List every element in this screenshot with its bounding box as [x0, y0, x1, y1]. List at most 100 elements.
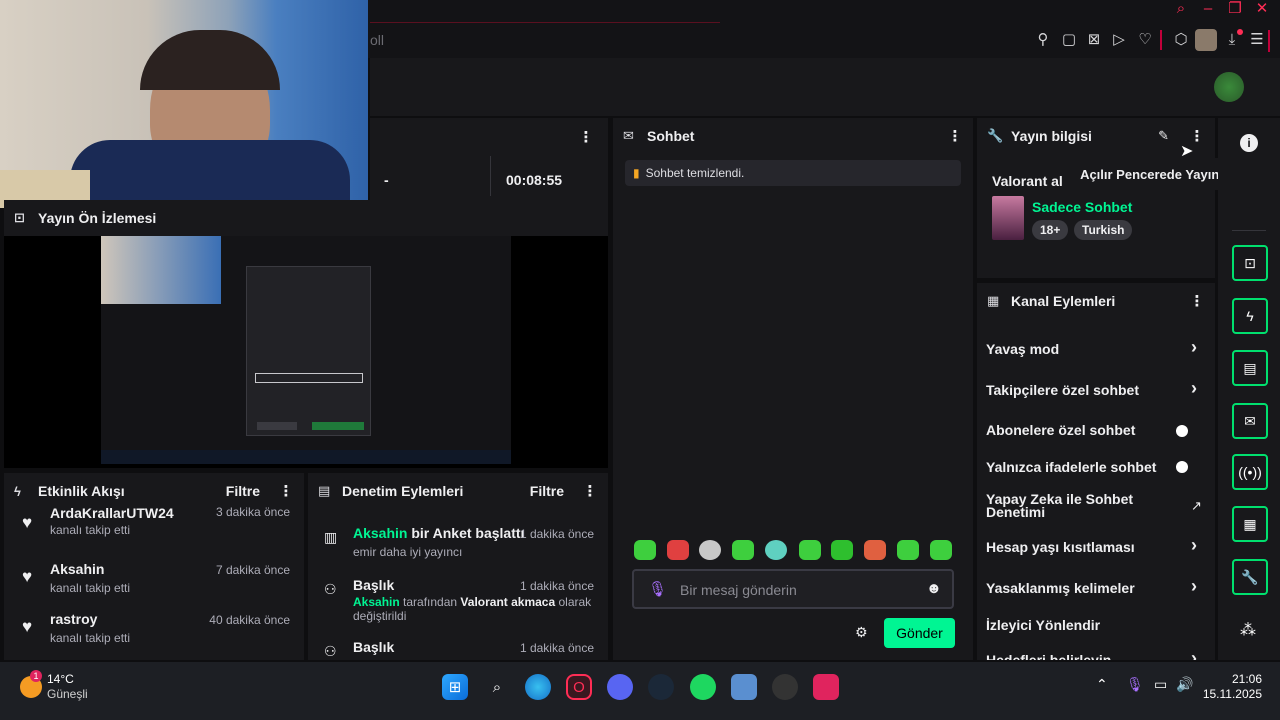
tag-badge[interactable]: Turkish [1074, 220, 1133, 240]
windows-start-icon[interactable]: ⊞ [442, 674, 468, 700]
obs-icon[interactable] [772, 674, 798, 700]
channel-actions-menu-kebab[interactable]: ⋮ [1189, 292, 1205, 310]
maximize-icon[interactable]: ❐ [1226, 0, 1244, 18]
valorant-icon[interactable] [813, 674, 839, 700]
send-button[interactable]: Gönder [884, 618, 955, 648]
activity-filter-button[interactable]: Filtre [226, 483, 260, 499]
chat-input-box[interactable]: 🎙 Bir mesaj gönderin ☻ [632, 569, 954, 609]
emote-icon[interactable] [699, 540, 721, 560]
moderation-item[interactable]: ▥ Aksahin bir Anket başlattı 1 dakika ön… [308, 519, 608, 569]
emote-icon[interactable] [765, 540, 787, 560]
stats-menu-kebab[interactable]: ⋮ [578, 128, 594, 146]
smiley-icon[interactable]: ☻ [926, 580, 942, 597]
close-icon[interactable]: ✕ [1253, 0, 1271, 18]
action-account-age[interactable]: Hesap yaşı kısıtlaması › [977, 535, 1215, 559]
emote-icon[interactable] [864, 540, 886, 560]
add-panel-icon[interactable]: ⁂ [1240, 620, 1256, 640]
user-avatar[interactable] [1214, 72, 1244, 102]
activity-desc: kanalı takip etti [50, 631, 131, 645]
emote-icon[interactable] [799, 540, 821, 560]
preview-icon: ⊡ [1244, 254, 1256, 271]
moderation-toggle-button[interactable]: ▤ [1232, 350, 1268, 386]
network-icon[interactable]: ▭ [1154, 676, 1167, 693]
search-icon[interactable]: ⌕ [1172, 0, 1190, 18]
edit-pencil-icon[interactable]: ✎ [1158, 128, 1169, 144]
action-raid[interactable]: İzleyici Yönlendir [977, 613, 1215, 637]
emote-icon[interactable] [831, 540, 853, 560]
emote-icon[interactable] [930, 540, 952, 560]
emote-icon[interactable] [897, 540, 919, 560]
action-ai-moderation[interactable]: Yapay Zeka ile Sohbet Denetimi ↗ [977, 492, 1215, 524]
preview-webcam [101, 236, 221, 304]
extensions-icon[interactable]: ⬡ [1172, 31, 1190, 49]
block-icon[interactable]: ⊠ [1085, 31, 1103, 49]
mod-detail: emir daha iyi yayıncı [353, 545, 463, 559]
stream-info-toggle-button[interactable]: 🔧 [1232, 559, 1268, 595]
trash-icon: ▮ [633, 166, 640, 180]
activity-item[interactable]: ♥ ArdaKrallarUTW24 kanalı takip etti 3 d… [4, 501, 304, 551]
activity-user: ArdaKrallarUTW24 [50, 505, 174, 521]
volume-icon[interactable]: 🔊 [1176, 676, 1193, 693]
tag-badge[interactable]: 18+ [1032, 220, 1069, 240]
action-followers-only[interactable]: Takipçilere özel sohbet › [977, 378, 1215, 402]
info-icon[interactable]: i [1240, 134, 1258, 152]
activity-time: 3 dakika önce [215, 505, 290, 519]
webcam-overlay [0, 0, 368, 208]
preview-video[interactable] [4, 236, 608, 468]
taskbar: 1 14°C Güneşli 21:06 15.11.2025 [0, 662, 1280, 720]
chat-menu-kebab[interactable]: ⋮ [947, 127, 963, 145]
profile-avatar[interactable] [1195, 29, 1217, 51]
category-name[interactable]: Sadece Sohbet [1032, 199, 1132, 215]
action-slow-mode[interactable]: Yavaş mod › [977, 337, 1215, 361]
moderation-item[interactable]: ⚇ Başlık 1 dakika önce [308, 639, 608, 660]
pin-icon[interactable]: ⚲ [1034, 31, 1052, 49]
moderation-item[interactable]: ⚇ Başlık 1 dakika önce Aksahin tarafında… [308, 575, 608, 635]
moderation-menu-kebab[interactable]: ⋮ [582, 482, 598, 500]
search-icon[interactable]: ⌕ [484, 674, 510, 700]
broadcast-toggle-button[interactable]: ((•)) [1232, 454, 1268, 490]
moderation-filter-button[interactable]: Filtre [530, 483, 564, 499]
browser-tab-text[interactable]: oll [370, 32, 384, 48]
microphone-icon[interactable]: 🎙 [1126, 676, 1144, 693]
emote-icon[interactable] [667, 540, 689, 560]
steam-icon[interactable] [648, 674, 674, 700]
emote-icon[interactable] [634, 540, 656, 560]
snapshot-icon[interactable]: ▢ [1060, 31, 1078, 49]
mod-value: Valorant akmaca [460, 595, 556, 609]
activity-item[interactable]: ♥ rastroy kanalı takip etti 40 dakika ön… [4, 609, 304, 659]
webcam-hair [140, 30, 280, 90]
microphone-icon[interactable]: 🎙 [648, 580, 667, 598]
emote-icon[interactable] [732, 540, 754, 560]
activity-toggle-button[interactable]: ϟ [1232, 298, 1268, 334]
discord-icon[interactable] [607, 674, 633, 700]
document-icon: ▤ [1243, 359, 1257, 376]
chat-cleared-text: Sohbet temizlendi. [645, 166, 745, 180]
wrench-icon: 🔧 [1241, 568, 1259, 585]
chat-input-placeholder[interactable]: Bir mesaj gönderin [680, 582, 797, 598]
heart-icon[interactable]: ♡ [1136, 31, 1154, 49]
play-icon[interactable]: ▷ [1110, 31, 1128, 49]
mod-title: Başlık [353, 639, 395, 655]
chevron-up-icon[interactable]: ⌃ [1096, 676, 1108, 693]
poll-icon: ▥ [324, 529, 338, 545]
stream-title: Valorant al [992, 173, 1063, 189]
action-banned-words[interactable]: Yasaklanmış kelimeler › [977, 576, 1215, 600]
action-label: Hesap yaşı kısıtlaması [986, 539, 1135, 555]
edge-icon[interactable] [525, 674, 551, 700]
gear-icon[interactable]: ⚙ [855, 624, 868, 641]
opera-icon[interactable]: O [566, 674, 592, 700]
broadcast-icon: ((•)) [1238, 464, 1262, 480]
chat-toggle-button[interactable]: ✉ [1232, 403, 1268, 439]
clock-date[interactable]: 15.11.2025 [1196, 687, 1262, 701]
preview-toggle-button[interactable]: ⊡ [1232, 245, 1268, 281]
minimize-icon[interactable]: – [1199, 0, 1217, 18]
menu-icon[interactable]: ☰ [1248, 31, 1266, 49]
activity-item[interactable]: ♥ Aksahin kanalı takip etti 7 dakika önc… [4, 559, 304, 609]
clock-time[interactable]: 21:06 [1208, 672, 1262, 686]
spotify-icon[interactable] [690, 674, 716, 700]
action-goals[interactable]: Hedefleri belirleyin › [977, 648, 1215, 660]
app-icon[interactable] [731, 674, 757, 700]
activity-menu-kebab[interactable]: ⋮ [278, 482, 294, 500]
channel-actions-toggle-button[interactable]: ▦ [1232, 506, 1268, 542]
user-edit-icon: ⚇ [324, 643, 337, 659]
